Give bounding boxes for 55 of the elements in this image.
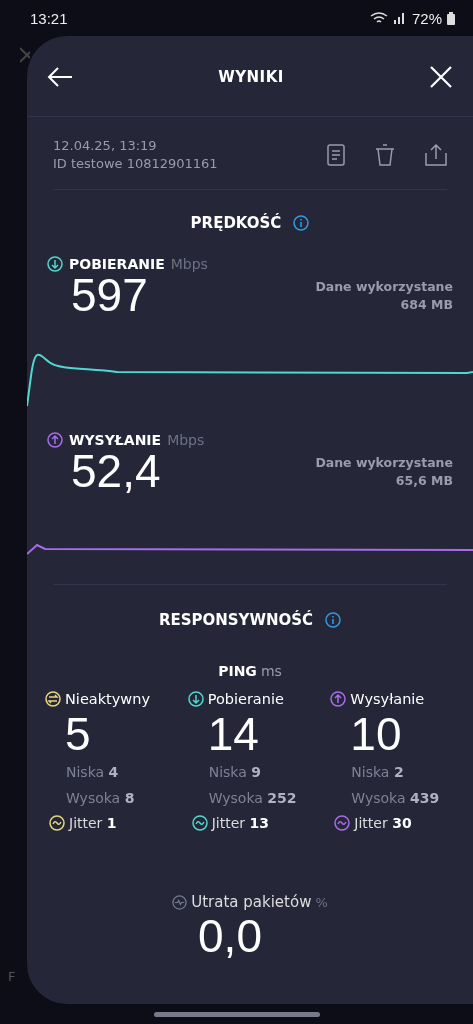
section-title: PRĘDKOŚĆ <box>190 214 282 232</box>
low-ping-text: Niska 9 <box>207 763 262 782</box>
section-title: RESPONSYWNOŚĆ <box>158 611 314 629</box>
data-used-label: Dane wykorzystane <box>315 278 453 296</box>
pulse-icon <box>172 894 188 910</box>
low-ping-text: Niska 4 <box>65 763 120 782</box>
data-used-value: 684 MB <box>400 296 453 314</box>
jitter-text: Jitter 30 <box>354 815 412 831</box>
wave-icon <box>334 815 351 831</box>
ping-type-label: Nieaktywny <box>65 691 150 707</box>
data-used-label: Dane wykorzystane <box>315 454 453 472</box>
ping-value: 14 <box>206 709 260 759</box>
high-ping-text: Wysoka 8 <box>65 789 136 808</box>
test-id: ID testowe 10812901161 <box>53 155 218 173</box>
background-text: F <box>8 969 17 984</box>
low-ping-text: Niska 2 <box>350 763 405 782</box>
data-used-value: 65,6 MB <box>395 472 453 490</box>
high-ping-text: Wysoka 439 <box>350 789 441 808</box>
share-icon[interactable] <box>425 144 447 166</box>
home-handle[interactable] <box>153 1011 320 1017</box>
speed-value: 597 <box>71 270 148 320</box>
wave-icon <box>49 815 65 831</box>
battery-level: 72% <box>411 9 442 27</box>
battery-icon <box>447 11 455 25</box>
info-icon[interactable] <box>293 215 310 231</box>
speed-value: 52,4 <box>71 446 161 496</box>
ping-label: PING <box>218 663 257 679</box>
status-time: 13:21 <box>30 9 68 27</box>
unit-label: % <box>315 894 328 910</box>
ping-type-label: Pobieranie <box>207 691 284 707</box>
document-icon[interactable] <box>327 144 345 166</box>
swap-icon <box>45 691 61 707</box>
wave-icon <box>191 815 208 831</box>
jitter-text: Jitter 1 <box>69 815 117 831</box>
metric-label: POBIERANIE <box>69 256 165 272</box>
back-icon[interactable] <box>47 66 73 88</box>
wifi-icon <box>369 12 388 24</box>
close-icon[interactable] <box>429 65 453 89</box>
ping-value: 5 <box>64 709 92 759</box>
ping-type-label: Wysyłanie <box>350 691 425 707</box>
packet-loss-value: 0,0 <box>198 911 262 961</box>
unit-label: Mbps <box>167 432 205 448</box>
trash-icon[interactable] <box>375 144 395 166</box>
page-title: WYNIKI <box>218 68 284 86</box>
unit-label: ms <box>260 663 282 679</box>
packet-loss-label: Utrata pakietów <box>191 893 312 911</box>
info-icon[interactable] <box>325 612 342 628</box>
high-ping-text: Wysoka 252 <box>207 789 298 808</box>
metric-label: WYSYŁANIE <box>69 432 162 448</box>
close-icon <box>20 46 30 64</box>
ping-value: 10 <box>349 709 403 759</box>
unit-label: Mbps <box>170 256 208 272</box>
test-date: 12.04.25, 13:19 <box>53 137 158 155</box>
signal-icon <box>392 12 407 24</box>
jitter-text: Jitter 13 <box>211 815 269 831</box>
